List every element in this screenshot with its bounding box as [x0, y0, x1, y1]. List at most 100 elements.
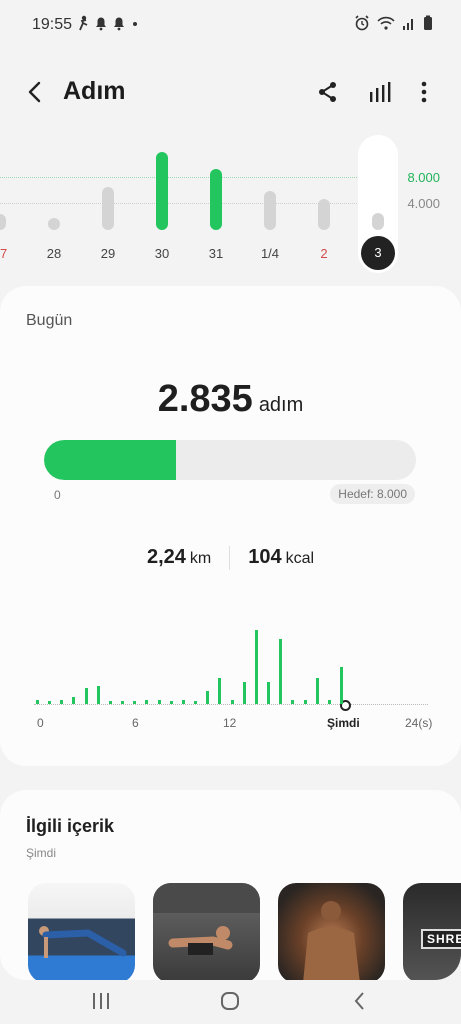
hour-bar-8 [133, 701, 137, 704]
day-bar-6[interactable] [318, 198, 330, 230]
hour-bar-21 [291, 699, 295, 704]
steps-unit: adım [258, 394, 304, 416]
calories-unit: kcal [285, 550, 315, 567]
trends-button[interactable] [366, 78, 394, 106]
day-label-5[interactable]: 1/4 [250, 246, 290, 261]
hour-bar-12 [181, 700, 185, 704]
day-bar-0[interactable] [0, 214, 6, 230]
back-nav-button[interactable] [345, 988, 375, 1014]
distance-unit: km [189, 550, 212, 567]
navigation-bar [0, 980, 461, 1024]
page-title: Adım [63, 77, 126, 105]
progress-min-label: 0 [54, 488, 61, 502]
hour-bar-4 [84, 687, 88, 704]
day-label-3[interactable]: 30 [142, 246, 182, 261]
bell-icon [114, 17, 124, 31]
chevron-left-icon [28, 81, 41, 103]
home-button[interactable] [215, 988, 245, 1014]
goal-badge[interactable]: Hedef: 8.000 [330, 484, 415, 504]
day-bar-3[interactable] [156, 152, 168, 230]
hiker-icon [79, 15, 88, 31]
workout-thumbnail[interactable] [153, 883, 260, 980]
day-label-6[interactable]: 2 [304, 246, 344, 261]
related-thumbnails: SHRED [28, 883, 461, 980]
calories-value: 104 [248, 546, 282, 568]
weekly-steps-chart: 8.000 4.000 27 28 29 30 31 1/4 2 3 [0, 130, 461, 280]
steps-progress-bar [44, 440, 416, 480]
workout-thumbnail[interactable] [28, 883, 135, 980]
day-bar-5[interactable] [264, 191, 276, 230]
athlete-illustration [303, 901, 360, 980]
day-bar-1[interactable] [48, 218, 60, 230]
hour-label-now: Şimdi [327, 716, 360, 730]
battery-icon [424, 15, 432, 30]
day-label-4[interactable]: 31 [196, 246, 236, 261]
more-vertical-icon [421, 81, 427, 103]
distance-value: 2,24 [146, 546, 186, 568]
hour-bar-15 [218, 678, 222, 704]
crunch-person-illustration [153, 883, 260, 955]
workout-thumbnail[interactable] [278, 883, 385, 980]
hour-bar-22 [303, 700, 307, 704]
status-time: 19:55 [32, 16, 73, 33]
plank-person-illustration [39, 926, 127, 958]
shred-logo: SHRED [421, 929, 461, 949]
workout-thumbnail[interactable]: SHRED [403, 883, 461, 980]
hour-bar-1 [48, 701, 52, 704]
dot-icon [133, 22, 137, 26]
hour-label-12: 12 [223, 716, 237, 730]
day-label-0[interactable]: 27 [0, 246, 20, 261]
signal-icon [403, 19, 413, 30]
hour-bar-25 [340, 667, 343, 704]
hour-bar-9 [145, 700, 149, 704]
day-bar-2[interactable] [102, 187, 114, 230]
hour-bar-17 [242, 681, 246, 704]
share-icon [319, 82, 336, 102]
goal-line [0, 177, 357, 178]
back-icon [354, 992, 364, 1010]
share-button[interactable] [314, 78, 342, 106]
hour-label-6: 6 [132, 716, 139, 730]
hourly-steps-chart: 0 6 12 Şimdi 24(s) [0, 606, 461, 736]
bell-icon [96, 17, 106, 31]
hour-bar-2 [60, 699, 64, 704]
hour-bar-7 [121, 701, 125, 704]
today-title: Bugün [26, 312, 73, 329]
today-card: Bugün 2.835 adım 0 Hedef: 8.000 2,24 km 10… [0, 286, 461, 766]
related-subtitle: Şimdi [26, 846, 57, 860]
day-label-1[interactable]: 28 [34, 246, 74, 261]
app-header: Adım [0, 62, 461, 122]
hour-bar-11 [169, 701, 173, 704]
goal-axis-label: 8.000 [407, 170, 440, 185]
day-bar-7[interactable] [372, 212, 384, 230]
hour-bar-24 [327, 700, 331, 704]
hour-bar-16 [230, 700, 234, 704]
recent-apps-icon [93, 993, 109, 1009]
hour-bar-10 [157, 699, 161, 704]
alarm-icon [355, 15, 369, 31]
recent-apps-button[interactable] [86, 988, 116, 1014]
hour-bar-19 [267, 681, 271, 704]
notification-icons [76, 15, 140, 31]
stats-divider [229, 546, 231, 570]
more-options-button[interactable] [410, 78, 438, 106]
steps-summary: 2.835 adım [0, 378, 461, 421]
day-bar-4[interactable] [210, 169, 222, 230]
hour-bar-14 [206, 690, 210, 704]
mid-axis-label: 4.000 [407, 196, 440, 211]
day-label-7[interactable]: 3 [361, 236, 395, 270]
hour-bar-5 [96, 685, 100, 704]
wifi-icon [377, 16, 395, 30]
hour-bar-3 [72, 696, 76, 704]
status-bar: 19:55 [0, 0, 461, 52]
hour-bar-0 [36, 700, 39, 704]
hour-bar-23 [315, 678, 319, 704]
related-title: İlgili içerik [26, 816, 115, 836]
mid-line [0, 203, 357, 204]
day-label-2[interactable]: 29 [88, 246, 128, 261]
back-button[interactable] [22, 78, 48, 106]
hour-label-24: 24(s) [405, 716, 433, 730]
stats-row: 2,24 km 104 kcal [0, 546, 461, 570]
hour-bar-6 [108, 701, 112, 704]
steps-count: 2.835 [157, 378, 253, 420]
